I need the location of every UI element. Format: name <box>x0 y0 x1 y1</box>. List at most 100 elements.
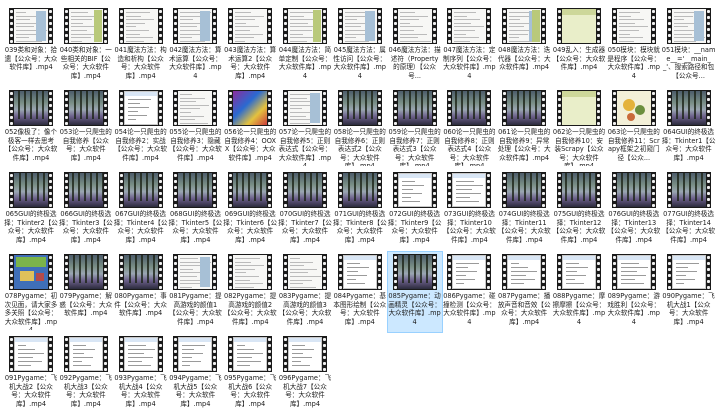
video-thumbnail <box>173 336 218 372</box>
file-item[interactable]: 077GUI的终极选择：Tkinter14【公众号：大众软件库】.mp4 <box>662 170 716 250</box>
file-item[interactable]: 095Pygame：飞机大战6【公众号：大众软件库】.mp4 <box>223 334 277 414</box>
file-item[interactable]: 068GUI的终极选择：Tkinter5【公众号：大众软件库】.mp4 <box>168 170 222 250</box>
file-item[interactable]: 045魔法方法：属性访问【公众号：大众软件库】.mp4 <box>333 6 387 86</box>
file-item[interactable]: 054论一只爬虫的自我修养2：实战【公众号：大众软件库】.mp4 <box>114 88 168 168</box>
file-name: 083Pygame：提高游戏的颜值3【公众号：大众软件库】.mp4 <box>278 292 332 326</box>
file-item[interactable]: 073GUI的终极选择：Tkinter10【公众号：大众软件库】.mp4 <box>442 170 496 250</box>
video-thumbnail <box>557 172 601 208</box>
file-name: 055论一只爬虫的自我修养3：隐藏【公众号：大众软件库】.mp4 <box>169 128 222 162</box>
video-thumbnail <box>118 90 163 126</box>
file-name: 047魔法方法：定制序列【公众号：大众软件库】.mp4 <box>443 46 496 80</box>
file-item[interactable]: 053论一只爬虫的自我修养【公众号：大众软件库】.mp4 <box>59 88 113 168</box>
file-item[interactable]: 085Pygame：动画精灵【公众号：大众软件库】.mp4 <box>386 251 443 333</box>
video-thumbnail <box>611 254 656 290</box>
file-item[interactable]: 039类和对象：拾遗【公众号：大众软件库】.mp4 <box>4 6 58 86</box>
file-item[interactable]: 062论一只爬虫的自我修养10：安装Scrapy【公众号：大众软件库】.mp4 <box>552 88 606 168</box>
video-thumbnail <box>118 8 163 44</box>
file-item[interactable]: 091Pygame：飞机大战2【公众号：大众软件库】.mp4 <box>4 334 58 414</box>
video-thumbnail <box>63 8 108 44</box>
file-item[interactable]: 080Pygame：事件【公众号：大众软件库】.mp4 <box>114 252 168 332</box>
video-thumbnail <box>502 254 547 290</box>
file-item[interactable]: 057论一只爬虫的自我修养5：正则表达式【公众号：大众软件库】.mp4 <box>278 88 332 168</box>
video-thumbnail <box>173 90 218 126</box>
file-name: 054论一只爬虫的自我修养2：实战【公众号：大众软件库】.mp4 <box>114 128 167 162</box>
file-name: 087Pygame：播放声音和音效【公众号：大众软件库】.mp4 <box>497 292 551 326</box>
video-thumbnail <box>118 254 163 290</box>
file-item[interactable]: 090Pygame：飞机大战1【公众号：大众软件库】.mp4 <box>662 252 716 332</box>
file-item[interactable]: 071GUI的终极选择：Tkinter8【公众号：大众软件库】.mp4 <box>333 170 387 250</box>
file-item[interactable]: 092Pygame：飞机大战3【公众号：大众软件库】.mp4 <box>59 334 113 414</box>
file-item[interactable]: 072GUI的终极选择：Tkinter9【公众号：大众软件库】.mp4 <box>388 170 442 250</box>
file-name: 062论一只爬虫的自我修养10：安装Scrapy【公众号：大众软件库】.mp4 <box>552 128 606 166</box>
file-name: 052像极了：像个极客一样去思考【公众号：大众软件库】.mp4 <box>4 128 58 162</box>
file-item[interactable]: 052像极了：像个极客一样去思考【公众号：大众软件库】.mp4 <box>4 88 58 168</box>
file-item[interactable]: 056论一只爬虫的自我修养4：OOXX【公众号：大众软件库】.mp4 <box>223 88 277 168</box>
file-item[interactable]: 041魔法方法：构造和析构【公众号：大众软件库】.mp4 <box>114 6 168 86</box>
file-item[interactable]: 046魔法方法：描述符（Property的原理）【公众号... <box>388 6 442 86</box>
video-thumbnail <box>337 172 382 208</box>
file-item[interactable]: 064GUI的终极选择：Tkinter1【公众号：大众软件库】.mp4 <box>662 88 716 168</box>
file-name: 085Pygame：动画精灵【公众号：大众软件库】.mp4 <box>388 292 441 326</box>
file-item[interactable]: 094Pygame：飞机大战5【公众号：大众软件库】.mp4 <box>168 334 222 414</box>
video-thumbnail <box>63 336 108 372</box>
file-item[interactable]: 060论一只爬虫的自我修养8：正则表达式4【公众号：大众软件库】.mp4 <box>442 88 496 168</box>
file-item[interactable]: 049乱入：生成器【公众号：大众软件库】.mp4 <box>552 6 606 86</box>
file-item[interactable]: 065GUI的终极选择：Tkinter2【公众号：大众软件库】.mp4 <box>4 170 58 250</box>
video-thumbnail <box>337 90 382 126</box>
file-name: 086Pygame：碰撞检测【公众号：大众软件库】.mp4 <box>443 292 496 326</box>
video-thumbnail <box>283 336 327 372</box>
video-thumbnail <box>502 90 547 126</box>
file-item[interactable]: 087Pygame：播放声音和音效【公众号：大众软件库】.mp4 <box>497 252 551 332</box>
video-thumbnail <box>557 90 601 126</box>
file-item[interactable]: 040类和对象：一些相关的BIF【公众号：大众软件库】.mp4 <box>59 6 113 86</box>
video-thumbnail <box>447 172 492 208</box>
file-item[interactable]: 055论一只爬虫的自我修养3：隐藏【公众号：大众软件库】.mp4 <box>168 88 222 168</box>
file-item[interactable]: 059论一只爬虫的自我修养7：正则表达式3【公众号：大众软件库】.mp4 <box>388 88 442 168</box>
file-item[interactable]: 066GUI的终极选择：Tkinter3【公众号：大众软件库】.mp4 <box>59 170 113 250</box>
file-item[interactable]: 088Pygame：摩擦摩擦【公众号：大众软件库】.mp4 <box>552 252 606 332</box>
video-thumbnail <box>283 172 327 208</box>
file-item[interactable]: 070GUI的终极选择：Tkinter7【公众号：大众软件库】.mp4 <box>278 170 332 250</box>
file-item[interactable]: 042魔法方法：算术运算【公众号：大众软件库】.mp4 <box>168 6 222 86</box>
file-item[interactable]: 089Pygame：游戏胜利【公众号：大众软件库】.mp4 <box>607 252 661 332</box>
video-thumbnail <box>9 8 53 44</box>
file-name: 072GUI的终极选择：Tkinter9【公众号：大众软件库】.mp4 <box>387 210 442 244</box>
file-item[interactable]: 069GUI的终极选择：Tkinter6【公众号：大众软件库】.mp4 <box>223 170 277 250</box>
file-item[interactable]: 074GUI的终极选择：Tkinter11【公众号：大众软件库】.mp4 <box>497 170 551 250</box>
file-item[interactable]: 096Pygame：飞机大战7【公众号：大众软件库】.mp4 <box>278 334 332 414</box>
file-item[interactable]: 050模块：模块就是程序【公众号：大众软件库】.mp4 <box>607 6 661 86</box>
video-thumbnail <box>392 90 437 126</box>
file-item[interactable]: 044魔法方法：简单定制【公众号：大众软件库】.mp4 <box>278 6 332 86</box>
file-item[interactable]: 083Pygame：提高游戏的颜值3【公众号：大众软件库】.mp4 <box>278 252 332 332</box>
file-item[interactable]: 061论一只爬虫的自我修养9：异常处理【公众号：大众软件库】.mp4 <box>497 88 551 168</box>
file-name: 053论一只爬虫的自我修养【公众号：大众软件库】.mp4 <box>59 128 112 162</box>
file-item[interactable]: 063论一只爬虫的自我修养11：Scrapy框架之初窥门径【公众... <box>607 88 661 168</box>
video-thumbnail <box>228 336 273 372</box>
file-item[interactable]: 084Pygame：基本图形绘制【公众号：大众软件库】.mp4 <box>333 252 387 332</box>
file-item[interactable]: 051模块：__name__='__main__'、搜索路径和包【公众号... <box>662 6 716 86</box>
video-thumbnail <box>337 254 382 290</box>
video-thumbnail <box>63 90 108 126</box>
file-item[interactable]: 058论一只爬虫的自我修养6：正则表达式2【公众号：大众软件库】.mp4 <box>333 88 387 168</box>
video-thumbnail <box>392 254 437 290</box>
file-name: 079Pygame：解惑【公众号：大众软件库】.mp4 <box>59 292 113 318</box>
file-item[interactable]: 076GUI的终极选择：Tkinter13【公众号：大众软件库】.mp4 <box>607 170 661 250</box>
file-name: 089Pygame：游戏胜利【公众号：大众软件库】.mp4 <box>607 292 661 326</box>
file-name: 065GUI的终极选择：Tkinter2【公众号：大众软件库】.mp4 <box>4 210 58 244</box>
file-item[interactable]: 093Pygame：飞机大战4【公众号：大众软件库】.mp4 <box>114 334 168 414</box>
file-item[interactable]: 082Pygame：提高游戏的颜值2【公众号：大众软件库】.mp4 <box>223 252 277 332</box>
file-item[interactable]: 086Pygame：碰撞检测【公众号：大众软件库】.mp4 <box>442 252 496 332</box>
file-item[interactable]: 075GUI的终极选择：Tkinter12【公众号：大众软件库】.mp4 <box>552 170 606 250</box>
file-item[interactable]: 078Pygame：初次见面，请大家多多关照【公众号：大众软件库】.mp4 <box>4 252 58 332</box>
file-item[interactable]: 079Pygame：解惑【公众号：大众软件库】.mp4 <box>59 252 113 332</box>
file-name: 081Pygame：提高游戏的颜值1【公众号：大众软件库】.mp4 <box>169 292 222 326</box>
video-thumbnail <box>557 8 601 44</box>
file-item[interactable]: 047魔法方法：定制序列【公众号：大众软件库】.mp4 <box>442 6 496 86</box>
file-item[interactable]: 067GUI的终极选择：Tkinter4【公众号：大众软件库】.mp4 <box>114 170 168 250</box>
video-thumbnail <box>63 172 108 208</box>
video-thumbnail <box>557 254 601 290</box>
file-item[interactable]: 048魔法方法：迭代器【公众号：大众软件库】.mp4 <box>497 6 551 86</box>
video-thumbnail <box>283 254 327 290</box>
file-item[interactable]: 043魔法方法：算术运算2【公众号：大众软件库】.mp4 <box>223 6 277 86</box>
file-item[interactable]: 081Pygame：提高游戏的颜值1【公众号：大众软件库】.mp4 <box>168 252 222 332</box>
